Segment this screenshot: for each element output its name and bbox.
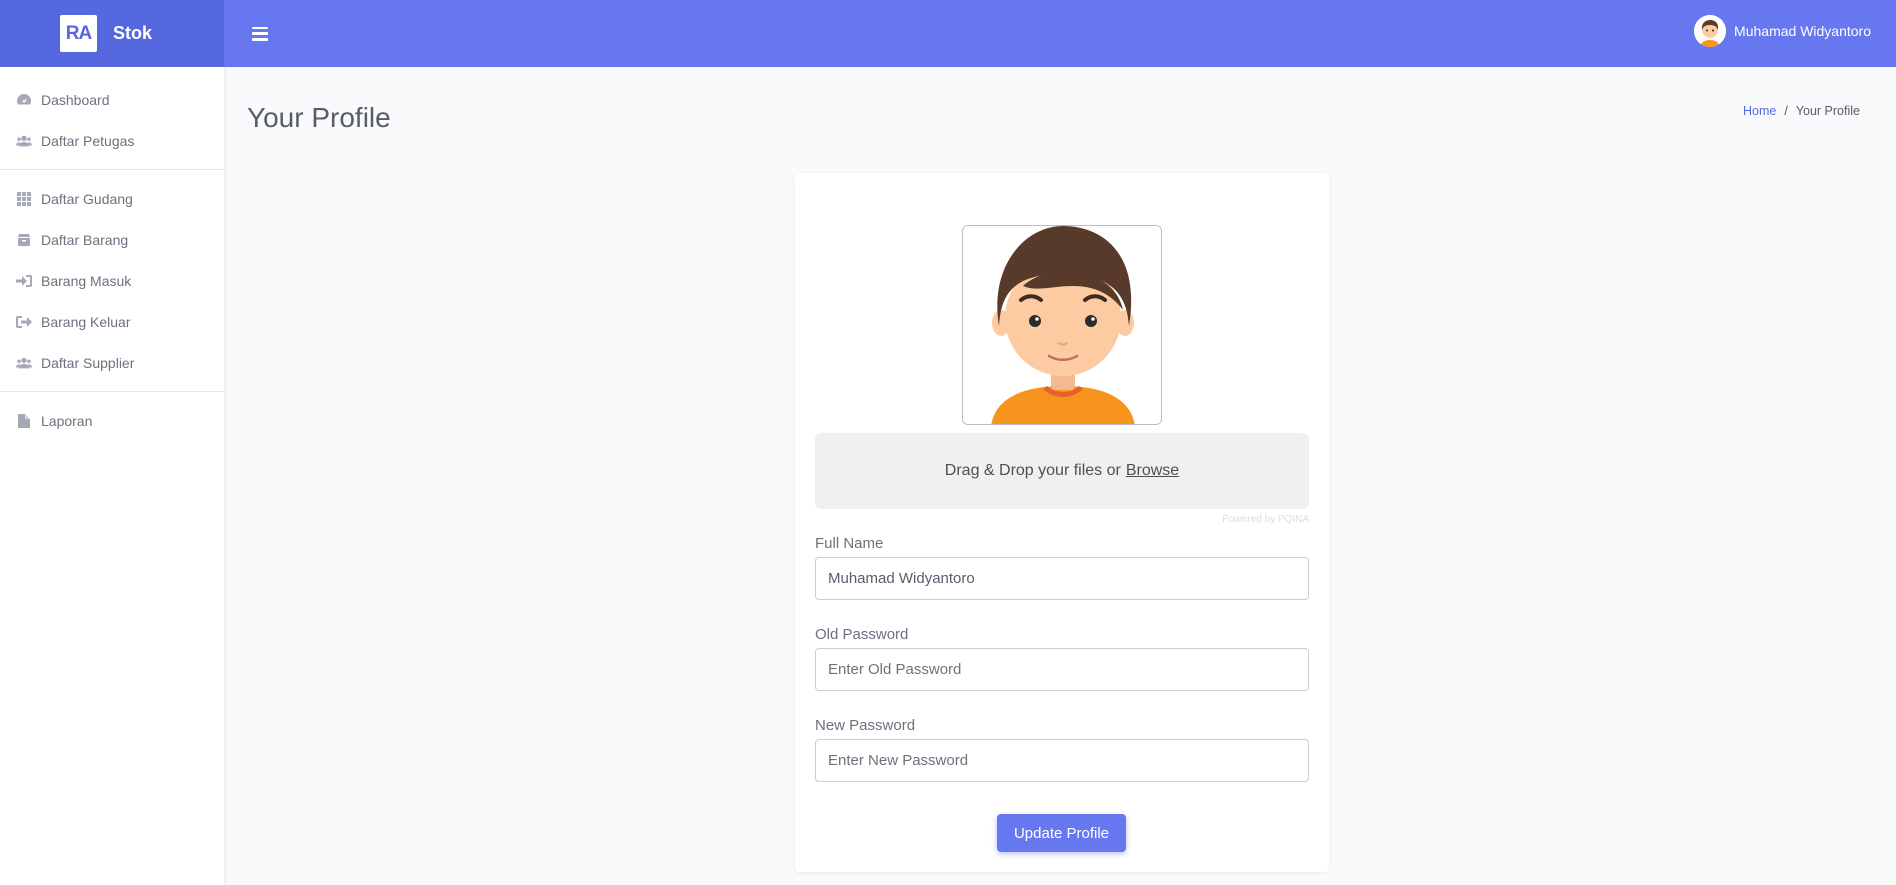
tachometer-icon — [16, 93, 32, 107]
sidebar-item-label: Daftar Supplier — [41, 354, 135, 371]
brand-logo: RA — [60, 15, 97, 52]
sidebar-item-label: Daftar Gudang — [41, 190, 133, 207]
sidebar-divider — [0, 391, 224, 392]
sidebar-item-dashboard[interactable]: Dashboard — [0, 79, 224, 120]
sidebar-item-label: Barang Masuk — [41, 272, 132, 289]
sidebar: RA Stok Dashboard Daftar Petugas Daftar … — [0, 0, 224, 885]
sidebar-item-label: Barang Keluar — [41, 313, 131, 330]
profile-card: Drag & Drop your files or Browse Powered… — [795, 173, 1329, 872]
user-menu[interactable]: Muhamad Widyantoro — [1694, 15, 1871, 47]
powered-by-label[interactable]: Powered by PQINA — [1222, 514, 1309, 525]
sidebar-item-barang-keluar[interactable]: Barang Keluar — [0, 301, 224, 342]
hamburger-icon — [252, 26, 268, 29]
profile-photo — [962, 225, 1162, 425]
brand[interactable]: RA Stok — [0, 0, 224, 67]
browse-link[interactable]: Browse — [1126, 462, 1179, 480]
full-name-field[interactable] — [815, 557, 1309, 600]
sidebar-item-laporan[interactable]: Laporan — [0, 400, 224, 441]
avatar — [1694, 15, 1727, 47]
sidebar-item-label: Laporan — [41, 412, 93, 429]
grid-icon — [16, 191, 32, 206]
file-icon — [16, 413, 32, 428]
sidebar-item-label: Dashboard — [41, 91, 110, 108]
file-dropzone[interactable]: Drag & Drop your files or Browse — [815, 433, 1309, 509]
sign-out-icon — [16, 315, 32, 329]
sidebar-item-daftar-barang[interactable]: Daftar Barang — [0, 219, 224, 260]
topbar: Muhamad Widyantoro — [224, 0, 1896, 67]
user-name: Muhamad Widyantoro — [1734, 23, 1871, 39]
box-icon — [16, 233, 32, 247]
sidebar-item-label: Daftar Petugas — [41, 132, 135, 149]
sidebar-toggle-button[interactable] — [252, 26, 268, 41]
sidebar-item-label: Daftar Barang — [41, 231, 129, 248]
breadcrumb-current: Your Profile — [1795, 104, 1860, 118]
old-password-field[interactable] — [815, 648, 1309, 691]
brand-name: Stok — [113, 23, 153, 43]
breadcrumb: Home / Your Profile — [1743, 104, 1860, 118]
sidebar-nav: Dashboard Daftar Petugas Daftar Gudang D… — [0, 67, 224, 441]
breadcrumb-separator: / — [1784, 104, 1788, 118]
users-icon — [16, 134, 32, 148]
old-password-label: Old Password — [815, 626, 909, 643]
users-icon — [16, 356, 32, 370]
new-password-field[interactable] — [815, 739, 1309, 782]
breadcrumb-home-link[interactable]: Home — [1743, 104, 1776, 118]
update-profile-button[interactable]: Update Profile — [997, 814, 1126, 852]
sidebar-divider — [0, 169, 224, 170]
page-title: Your Profile — [247, 102, 391, 133]
sidebar-item-daftar-gudang[interactable]: Daftar Gudang — [0, 178, 224, 219]
sidebar-item-daftar-supplier[interactable]: Daftar Supplier — [0, 342, 224, 383]
dropzone-text: Drag & Drop your files or — [944, 462, 1121, 479]
full-name-label: Full Name — [815, 535, 884, 552]
sidebar-item-barang-masuk[interactable]: Barang Masuk — [0, 260, 224, 301]
new-password-label: New Password — [815, 717, 916, 734]
sidebar-item-daftar-petugas[interactable]: Daftar Petugas — [0, 120, 224, 161]
sign-in-icon — [16, 274, 32, 288]
